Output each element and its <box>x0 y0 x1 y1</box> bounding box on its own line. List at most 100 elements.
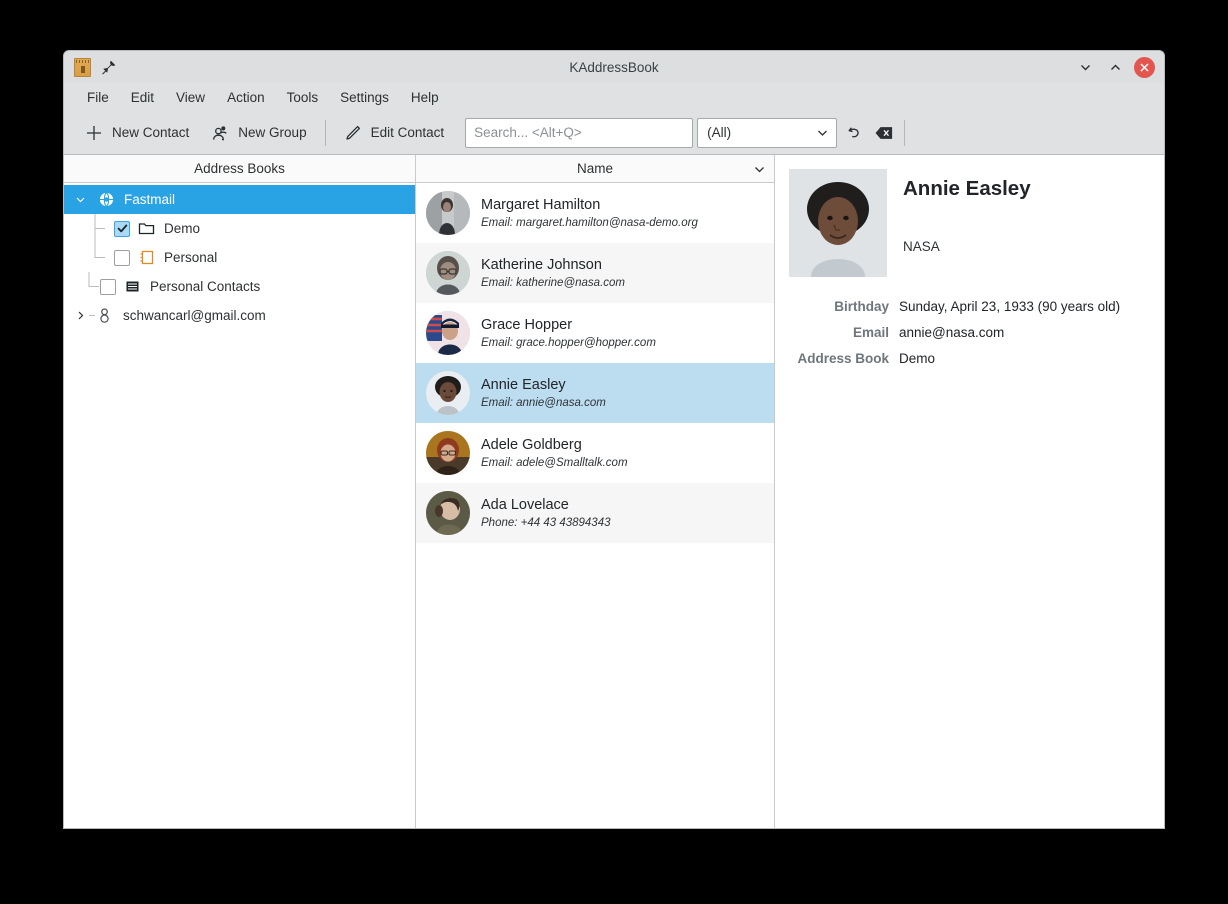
photo-ada-lovelace <box>426 491 470 535</box>
sidebar-item-gmail[interactable]: schwancarl@gmail.com <box>64 301 415 330</box>
address-books-header: Address Books <box>64 155 415 183</box>
clear-search-button[interactable] <box>871 120 897 146</box>
sidebar-item-fastmail[interactable]: Fastmail <box>64 185 415 214</box>
folder-icon <box>138 220 155 237</box>
tree-spacer <box>72 279 88 295</box>
addressbook-icon <box>74 58 91 77</box>
photo-annie-easley <box>789 169 887 277</box>
contact-name: Ada Lovelace <box>481 497 611 513</box>
contact-person-icon <box>96 307 113 324</box>
undo-icon <box>846 124 863 141</box>
search-input[interactable] <box>465 118 693 148</box>
contact-row-grace-hopper[interactable]: Grace Hopper Email: grace.hopper@hopper.… <box>416 303 774 363</box>
contact-row-adele-goldberg[interactable]: Adele Goldberg Email: adele@Smalltalk.co… <box>416 423 774 483</box>
field-label-birthday: Birthday <box>789 299 889 314</box>
tree-guide <box>88 243 114 272</box>
sidebar-item-label: Demo <box>164 221 200 236</box>
photo-annie-easley <box>426 371 470 415</box>
sidebar-checkbox-demo[interactable] <box>114 221 130 237</box>
photo-margaret-hamilton <box>426 191 470 235</box>
avatar <box>426 311 470 355</box>
menu-file[interactable]: File <box>76 87 120 108</box>
filter-select[interactable]: (All) <box>697 118 837 148</box>
new-group-button[interactable]: New Group <box>200 119 317 147</box>
contact-row-katherine-johnson[interactable]: Katherine Johnson Email: katherine@nasa.… <box>416 243 774 303</box>
sidebar-item-label: schwancarl@gmail.com <box>123 308 266 323</box>
maximize-button[interactable] <box>1104 56 1126 78</box>
new-contact-button[interactable]: New Contact <box>74 119 200 147</box>
chevron-right-icon <box>75 310 86 321</box>
field-value-email: annie@nasa.com <box>899 325 1148 340</box>
sidebar-item-demo[interactable]: Demo <box>64 214 415 243</box>
contact-rows: Margaret Hamilton Email: margaret.hamilt… <box>416 183 774 828</box>
contact-detail-name: Annie Easley <box>903 177 1031 201</box>
contact-name: Adele Goldberg <box>481 437 628 453</box>
kaddressbook-window: KAddressBook File Edit View Action Tools… <box>64 51 1164 828</box>
check-icon <box>117 223 128 234</box>
contact-detail-pane: Annie Easley NASA Birthday Sunday, April… <box>775 155 1164 828</box>
menu-settings[interactable]: Settings <box>329 87 400 108</box>
chevron-down-icon <box>75 194 86 205</box>
tree-guide <box>88 301 96 330</box>
contact-texts: Grace Hopper Email: grace.hopper@hopper.… <box>481 317 656 349</box>
toolbar-separator-2 <box>904 120 905 146</box>
sidebar-checkbox-personal[interactable] <box>114 250 130 266</box>
field-label-address-book: Address Book <box>789 351 889 366</box>
contacts-list-icon <box>124 278 141 295</box>
field-value-birthday: Sunday, April 23, 1933 (90 years old) <box>899 299 1148 314</box>
contact-detail: Email: grace.hopper@hopper.com <box>481 337 656 349</box>
contact-row-annie-easley[interactable]: Annie Easley Email: annie@nasa.com <box>416 363 774 423</box>
edit-contact-label: Edit Contact <box>371 125 445 140</box>
avatar <box>426 431 470 475</box>
menu-bar: File Edit View Action Tools Settings Hel… <box>64 83 1164 111</box>
contact-detail-fields: Birthday Sunday, April 23, 1933 (90 year… <box>789 299 1148 366</box>
pin-icon[interactable] <box>101 59 117 75</box>
contact-name: Annie Easley <box>481 377 606 393</box>
contact-detail-header: Annie Easley NASA <box>789 169 1148 277</box>
edit-contact-button[interactable]: Edit Contact <box>333 119 456 147</box>
menu-view[interactable]: View <box>165 87 216 108</box>
contact-texts: Adele Goldberg Email: adele@Smalltalk.co… <box>481 437 628 469</box>
sidebar-item-label: Personal <box>164 250 217 265</box>
contact-detail: Phone: +44 43 43894343 <box>481 517 611 529</box>
sidebar-item-label: Fastmail <box>124 192 175 207</box>
minimize-button[interactable] <box>1074 56 1096 78</box>
field-value-address-book: Demo <box>899 351 1148 366</box>
contact-detail-photo <box>789 169 887 277</box>
new-group-label: New Group <box>238 125 306 140</box>
contact-name: Margaret Hamilton <box>481 197 698 213</box>
contact-detail: Email: adele@Smalltalk.com <box>481 457 628 469</box>
contact-detail-organization: NASA <box>903 239 1031 254</box>
avatar <box>426 251 470 295</box>
contact-detail: Email: margaret.hamilton@nasa-demo.org <box>481 217 698 229</box>
globe-icon <box>98 191 115 208</box>
tree-guide <box>88 185 98 214</box>
sidebar-checkbox-personal-contacts[interactable] <box>100 279 116 295</box>
menu-edit[interactable]: Edit <box>120 87 165 108</box>
contact-row-ada-lovelace[interactable]: Ada Lovelace Phone: +44 43 43894343 <box>416 483 774 543</box>
menu-help[interactable]: Help <box>400 87 450 108</box>
contact-texts: Margaret Hamilton Email: margaret.hamilt… <box>481 197 698 229</box>
contact-row-margaret-hamilton[interactable]: Margaret Hamilton Email: margaret.hamilt… <box>416 183 774 243</box>
sidebar-item-personal-contacts[interactable]: Personal Contacts <box>64 272 415 301</box>
menu-action[interactable]: Action <box>216 87 276 108</box>
contact-texts: Katherine Johnson Email: katherine@nasa.… <box>481 257 625 289</box>
sidebar-item-label: Personal Contacts <box>150 279 260 294</box>
filter-selected-value: (All) <box>707 125 731 140</box>
address-books-tree: Fastmail Demo <box>64 183 415 828</box>
avatar <box>426 491 470 535</box>
expand-twisty-fastmail[interactable] <box>72 192 88 208</box>
tool-bar: New Contact New Group Edit Contact (All) <box>64 111 1164 155</box>
tree-guide <box>88 272 100 301</box>
sidebar-item-personal[interactable]: Personal <box>64 243 415 272</box>
close-button[interactable] <box>1134 57 1155 78</box>
menu-tools[interactable]: Tools <box>276 87 330 108</box>
undo-search-button[interactable] <box>841 120 867 146</box>
people-icon <box>211 124 229 142</box>
new-contact-label: New Contact <box>112 125 189 140</box>
contact-list-header[interactable]: Name <box>416 155 774 183</box>
contact-name: Katherine Johnson <box>481 257 625 273</box>
contact-texts: Ada Lovelace Phone: +44 43 43894343 <box>481 497 611 529</box>
chevron-down-icon <box>753 162 766 175</box>
expand-twisty-gmail[interactable] <box>72 308 88 324</box>
